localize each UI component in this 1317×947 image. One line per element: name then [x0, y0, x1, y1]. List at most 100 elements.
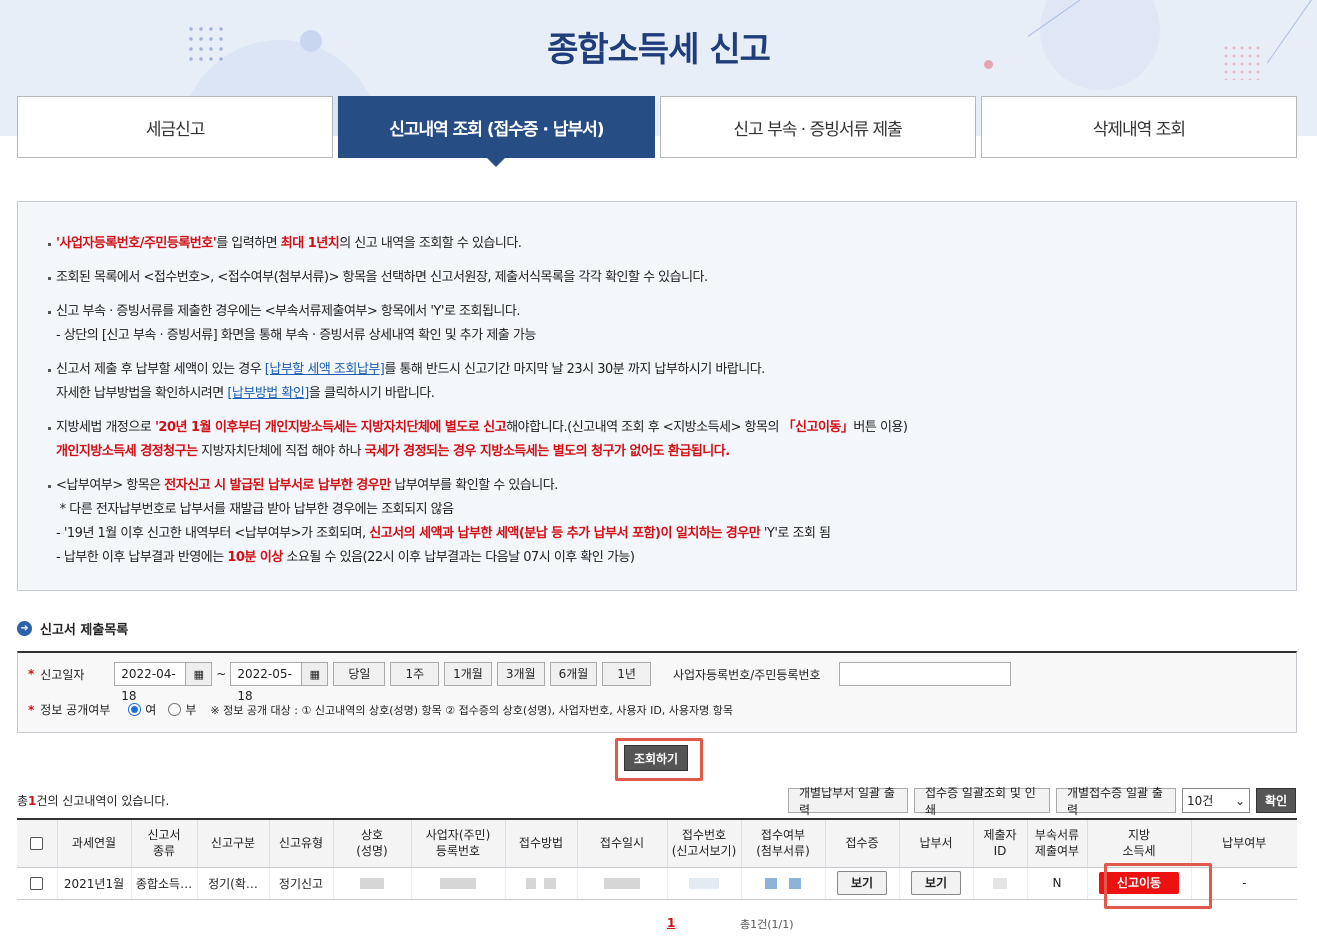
notice-text: - 상단의 [신고 부속 · 증빙서류] 화면을 통해 부속 · 증빙서류 상세…	[56, 328, 536, 343]
result-text: 총	[17, 794, 29, 808]
tab-filing-history[interactable]: 신고내역 조회 (접수증 · 납부서)	[338, 96, 655, 167]
notice-text: <납부여부> 항목은	[56, 478, 165, 493]
notice-item: '사업자등록번호/주민등록번호'를 입력하면 최대 1년치의 신고 내역을 조회…	[48, 232, 1296, 256]
cell-period: 2021년1월	[57, 867, 132, 900]
tab-attachment-submit[interactable]: 신고 부속 · 증빙서류 제출	[659, 96, 976, 158]
public-label: 정보 공개여부	[40, 703, 111, 717]
payment-method-link[interactable]: [납부방법 확인]	[227, 386, 309, 401]
col-header: 사업자(주민) 등록번호	[411, 819, 506, 868]
cell-receipt-no-masked[interactable]	[667, 867, 742, 900]
public-yes-radio[interactable]	[128, 703, 142, 716]
public-note: ※ 정보 공개 대상 : ① 신고내역의 상호(성명) 항목 ② 접수증의 상호…	[210, 703, 734, 717]
notice-text: 자세한 납부방법을 확인하시려면	[56, 386, 228, 401]
highlight-box	[1104, 863, 1212, 909]
notice-item: 신고서 제출 후 납부할 세액이 있는 경우 [납부할 세액 조회납부]를 통해…	[48, 358, 1296, 406]
notice-text: - 납부한 이후 납부결과 반영에는	[56, 550, 228, 565]
col-header: 지방 소득세	[1087, 819, 1192, 868]
payment-slip-view-button[interactable]: 보기	[911, 871, 961, 895]
id-input[interactable]	[838, 662, 1011, 686]
page-link[interactable]: 1	[667, 916, 675, 930]
col-header: 납부여부	[1191, 819, 1297, 868]
notice-text: 국세가 경정되는 경우 지방소득세는 별도의 청구가 없어도 환급됩니다.	[364, 444, 730, 459]
confirm-button[interactable]: 확인	[1256, 788, 1296, 813]
public-yes-label: 여	[145, 703, 157, 717]
page-total: 총1건(1/1)	[740, 918, 794, 931]
cell-category: 정기(확…	[197, 867, 270, 900]
public-row: * 정보 공개여부 여 부 ※ 정보 공개 대상 : ① 신고내역의 상호(성명…	[28, 701, 733, 718]
date-label: 신고일자	[40, 667, 85, 682]
notice-text: '사업자등록번호/주민등록번호'	[56, 236, 217, 251]
notice-text: 납부여부를 확인할 수 있습니다.	[390, 478, 558, 493]
calendar-icon[interactable]: ▦	[186, 662, 213, 686]
col-header: 접수번호 (신고서보기)	[667, 819, 742, 868]
col-header: 부속서류 제출여부	[1027, 819, 1088, 868]
bulk-payment-print-button[interactable]: 개별납부서 일괄 출력	[788, 786, 908, 817]
col-header: 신고서 종류	[131, 819, 198, 868]
public-no-radio[interactable]	[168, 703, 182, 716]
cell-accepted-masked[interactable]	[741, 867, 826, 900]
notice-text: 해야합니다.(신고내역 조회 후 <지방소득세> 항목의	[506, 420, 783, 435]
date-separator: ~	[216, 667, 227, 681]
notice-text: 신고 부속 · 증빙서류를 제출한 경우에는 <부속서류제출여부> 항목에서 '…	[56, 304, 520, 319]
bulk-receipt-print-button[interactable]: 접수증 일괄조회 및 인쇄	[914, 786, 1050, 817]
row-checkbox[interactable]	[30, 877, 44, 890]
table-header-row: 과세연월 신고서 종류 신고구분 신고유형 상호 (성명) 사업자(주민) 등록…	[17, 819, 1297, 868]
period-1month-button[interactable]: 1개월	[444, 662, 492, 686]
col-header: 접수여부 (첨부서류)	[741, 819, 826, 868]
notice-item: <납부여부> 항목은 전자신고 시 발급된 납부서로 납부한 경우만 납부여부를…	[48, 474, 1296, 570]
bulk-individual-receipt-button[interactable]: 개별접수증 일괄 출력	[1056, 786, 1176, 817]
arrow-right-icon: ➜	[17, 621, 32, 636]
cell-submitter-masked	[973, 867, 1028, 900]
receipt-view-button[interactable]: 보기	[837, 871, 887, 895]
notice-text: 「신고이동」	[782, 420, 854, 435]
period-1year-button[interactable]: 1년	[602, 662, 651, 686]
col-header: 접수일시	[577, 819, 668, 868]
notice-text: 를 입력하면	[216, 236, 281, 251]
period-6month-button[interactable]: 6개월	[549, 662, 598, 686]
result-count: 총1건의 신고내역이 있습니다.	[17, 792, 169, 809]
notice-item: 조회된 목록에서 <접수번호>, <접수여부(첨부서류)> 항목을 선택하면 신…	[48, 266, 1296, 290]
cell-receipt: 보기	[825, 867, 900, 900]
tab-tax-filing[interactable]: 세금신고	[17, 96, 334, 158]
notice-text: 개인지방소득세 경정청구는	[56, 444, 198, 459]
col-header: 과세연월	[57, 819, 132, 868]
col-header: 제출자 ID	[973, 819, 1028, 868]
result-text: 건의 신고내역이 있습니다.	[36, 794, 170, 808]
cell-attachment: N	[1027, 867, 1088, 900]
notice-text: 의 신고 내역을 조회할 수 있습니다.	[339, 236, 522, 251]
cell-payment-slip: 보기	[899, 867, 974, 900]
cell-kind: 종합소득…	[131, 867, 198, 900]
search-panel: * 신고일자 2022-04-18 ▦ ~ 2022-05-18 ▦ 당일 1주…	[17, 651, 1297, 733]
notice-text: 소요될 수 있음(22시 이후 납부결과는 다음날 07시 이후 확인 가능)	[282, 550, 635, 565]
period-1week-button[interactable]: 1주	[390, 662, 440, 686]
period-today-button[interactable]: 당일	[333, 662, 386, 686]
notice-text: 전자신고 시 발급된 납부서로 납부한 경우만	[164, 478, 391, 493]
page-size-select[interactable]: 10건 ⌄	[1182, 788, 1250, 813]
notice-text: 지방세법 개정으로	[56, 420, 155, 435]
notice-text: 버튼 이용)	[853, 420, 908, 435]
cell-datetime-masked	[577, 867, 668, 900]
period-3month-button[interactable]: 3개월	[496, 662, 545, 686]
col-header: 접수방법	[505, 819, 578, 868]
pay-tax-link[interactable]: [납부할 세액 조회납부]	[265, 362, 385, 377]
section-title-text: 신고서 제출목록	[40, 623, 129, 638]
required-mark: *	[28, 702, 35, 717]
select-all-checkbox[interactable]	[30, 837, 44, 851]
notice-text: * 다른 전자납부번호로 납부서를 재발급 받아 납부한 경우에는 조회되지 않…	[59, 502, 454, 517]
notice-text: 'Y'로 조회 됨	[760, 526, 831, 541]
calendar-icon[interactable]: ▦	[302, 662, 329, 686]
col-header: 접수증	[825, 819, 900, 868]
col-header: 납부서	[899, 819, 974, 868]
notice-text: 지방자치단체에 직접 해야 하나	[197, 444, 365, 459]
tab-bar: 세금신고 신고내역 조회 (접수증 · 납부서) 신고 부속 · 증빙서류 제출…	[17, 96, 1297, 167]
page-title: 종합소득세 신고	[547, 30, 771, 70]
select-all-header	[17, 819, 58, 868]
required-mark: *	[28, 667, 35, 681]
tab-deleted-history[interactable]: 삭제내역 조회	[980, 96, 1297, 158]
notice-text: '20년 1월 이후부터 개인지방소득세는 지방자치단체에 별도로 신고	[154, 420, 507, 435]
date-from-input[interactable]: 2022-04-18	[114, 662, 187, 703]
date-to-input[interactable]: 2022-05-18	[230, 662, 303, 703]
notice-text: 를 통해 반드시 신고기간 마지막 날 23시 30분 까지 납부하시기 바랍니…	[384, 362, 765, 377]
notice-item: 지방세법 개정으로 '20년 1월 이후부터 개인지방소득세는 지방자치단체에 …	[48, 416, 1296, 464]
page-size-value: 10건	[1187, 794, 1214, 808]
